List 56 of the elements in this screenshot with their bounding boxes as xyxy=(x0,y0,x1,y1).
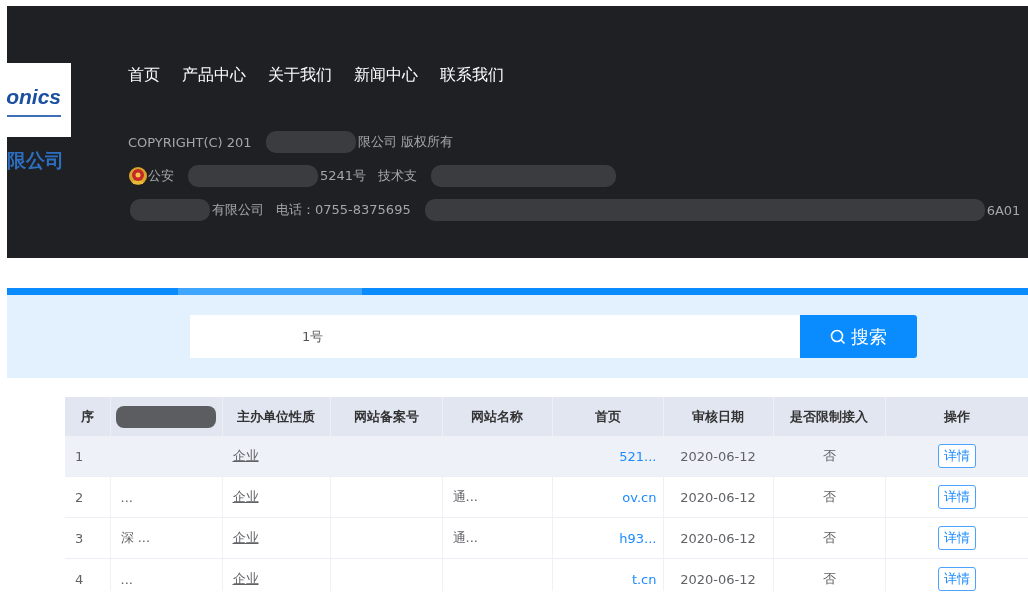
details-button[interactable]: 详情 xyxy=(937,444,976,468)
homepage-link[interactable]: h93... xyxy=(619,530,657,546)
column-header: 审核日期 xyxy=(692,408,744,424)
table-cell: 2 xyxy=(75,489,84,505)
logo: onics xyxy=(7,63,71,137)
table-cell: 否 xyxy=(822,489,836,504)
search-button[interactable]: 搜索 xyxy=(800,315,917,358)
table-cell: 企业 xyxy=(232,448,259,463)
column-header: 是否限制接入 xyxy=(790,408,868,424)
table-cell: 通... xyxy=(452,489,478,504)
column-header: 序 xyxy=(80,408,94,424)
table-cell: 1 xyxy=(75,448,84,464)
table-cell: 企业 xyxy=(232,530,259,545)
table-cell: 通... xyxy=(452,530,478,545)
nav-link[interactable]: 关于我们 xyxy=(268,63,332,87)
column-header: 主办单位性质 xyxy=(237,408,315,424)
table-cell: ... xyxy=(120,571,133,587)
footer-text: 限公司 版权所有 xyxy=(357,133,453,151)
table-cell: 企业 xyxy=(232,571,259,586)
search-field[interactable]: 1号 xyxy=(190,315,800,358)
footer-text: 有限公司 xyxy=(212,201,264,219)
footer-text: 公安 xyxy=(148,167,174,185)
column-header: 首页 xyxy=(594,408,621,424)
table-cell: 企业 xyxy=(232,489,259,504)
table-cell: 2020-06-12 xyxy=(680,530,756,546)
details-button[interactable]: 详情 xyxy=(937,485,976,509)
footer-text: 电话：0755-8375695 xyxy=(276,201,411,219)
details-button[interactable]: 详情 xyxy=(937,526,976,550)
homepage-link[interactable]: ov.cn xyxy=(622,489,657,505)
table-cell: 2020-06-12 xyxy=(680,571,756,587)
table-cell: 否 xyxy=(822,530,836,545)
table-cell: 深 ... xyxy=(120,530,151,545)
table-cell: 4 xyxy=(75,571,84,587)
column-header: 网站备案号 xyxy=(353,408,419,424)
nav-link[interactable]: 联系我们 xyxy=(440,63,504,87)
police-emblem-icon xyxy=(128,166,148,186)
nav-link[interactable]: 产品中心 xyxy=(182,63,246,87)
table-cell: 2020-06-12 xyxy=(680,448,756,464)
company-name: 限公司 xyxy=(7,148,65,173)
footer-text: 6A01 xyxy=(986,202,1021,218)
nav-link[interactable]: 首页 xyxy=(128,63,160,87)
nav-link[interactable]: 新闻中心 xyxy=(354,63,418,87)
table-cell: 3 xyxy=(75,530,84,546)
homepage-link[interactable]: t.cn xyxy=(631,571,657,587)
footer-text: COPYRIGHT(C) 201 xyxy=(128,134,252,150)
table-cell: 2020-06-12 xyxy=(680,489,756,505)
column-header: 操作 xyxy=(943,408,970,424)
column-header: 网站名称 xyxy=(471,408,523,424)
search-icon xyxy=(830,328,846,345)
homepage-link[interactable]: 521... xyxy=(619,448,657,464)
table-cell: 否 xyxy=(822,571,836,586)
table-cell: ... xyxy=(120,489,133,505)
details-button[interactable]: 详情 xyxy=(937,567,976,591)
table-cell: 否 xyxy=(822,448,836,463)
footer-text: 技术支 xyxy=(378,167,418,185)
footer-text: 5241号 xyxy=(320,167,367,185)
